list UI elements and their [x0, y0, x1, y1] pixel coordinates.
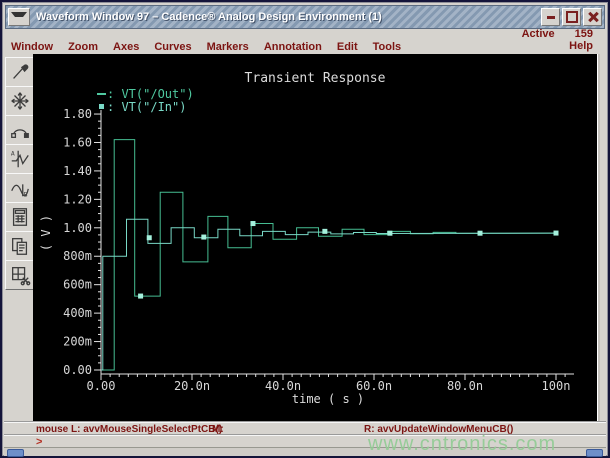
minimize-icon: [547, 16, 555, 19]
legend-label-in: : VT("/In"): [107, 100, 186, 114]
active-count: 159: [575, 28, 593, 40]
marker-b-icon: B: [9, 177, 31, 199]
trace-point-marker[interactable]: [138, 294, 143, 299]
marker-a-button[interactable]: A: [5, 144, 34, 174]
y-tick-label: 600m: [63, 278, 92, 292]
x-tick-label: 100n: [542, 379, 571, 393]
menu-item-edit[interactable]: Edit: [337, 41, 358, 53]
trace-point-marker[interactable]: [201, 235, 206, 240]
crop-button[interactable]: [5, 260, 34, 290]
legend: : VT("/Out") : VT("/In"): [97, 87, 194, 113]
maximize-button[interactable]: [562, 8, 581, 26]
menubar: Window Zoom Axes Curves Markers Annotation Edi…: [5, 40, 605, 54]
menu-item-curves[interactable]: Curves: [154, 41, 191, 53]
pen-icon: [9, 61, 31, 83]
trace-in[interactable]: [101, 219, 556, 370]
trace-point-marker[interactable]: [478, 231, 483, 236]
trace-point-marker[interactable]: [554, 231, 559, 236]
y-tick-label: 1.80: [63, 107, 92, 121]
y-tick-label: 800m: [63, 249, 92, 263]
y-tick-label: 200m: [63, 335, 92, 349]
resize-handle-left[interactable]: [7, 449, 24, 457]
waveform-window: Waveform Window 97 – Cadence® Analog Des…: [0, 0, 610, 458]
square-marker-icon: [99, 104, 104, 109]
minimize-button[interactable]: [541, 8, 560, 26]
active-row: Active 159: [5, 27, 605, 40]
menu-item-axes[interactable]: Axes: [113, 41, 139, 53]
svg-text:A: A: [10, 149, 14, 157]
starburst-icon: [9, 90, 31, 112]
x-axis-label: time ( s ): [198, 392, 458, 406]
y-tick-label: 1.20: [63, 192, 92, 206]
menu-item-markers[interactable]: Markers: [207, 41, 249, 53]
legend-label-out: : VT("/Out"): [107, 87, 194, 101]
menu-item-tools[interactable]: Tools: [373, 41, 402, 53]
menu-item-help[interactable]: Help: [569, 40, 593, 52]
marker-a-icon: A: [9, 148, 31, 170]
svg-text:B: B: [23, 190, 27, 198]
trace-point-marker[interactable]: [322, 229, 327, 234]
resize-handle-right[interactable]: [586, 449, 603, 457]
y-tick-label: 1.60: [63, 135, 92, 149]
arc-slider-icon: [9, 119, 31, 141]
active-label: Active: [522, 28, 555, 40]
menu-item-zoom[interactable]: Zoom: [68, 41, 98, 53]
plot-canvas[interactable]: Transient Response : VT("/Out") : VT("/I…: [33, 54, 597, 421]
fit-view-button[interactable]: [5, 86, 34, 116]
y-tick-label: 1.00: [63, 221, 92, 235]
maximize-icon: [566, 11, 578, 23]
crop-icon: [9, 264, 31, 286]
y-tick-label: 0.00: [63, 363, 92, 377]
x-tick-label: 20.0n: [174, 379, 210, 393]
trace-point-marker[interactable]: [250, 221, 255, 226]
trace-out[interactable]: [101, 140, 556, 370]
x-tick-label: 60.0n: [356, 379, 392, 393]
menu-item-window[interactable]: Window: [11, 41, 53, 53]
marker-b-button[interactable]: B: [5, 173, 34, 203]
y-axis-label: ( V ): [26, 213, 66, 253]
watermark: www.cntronics.com: [368, 433, 556, 456]
x-tick-label: 80.0n: [447, 379, 483, 393]
pen-tool-button[interactable]: [5, 57, 34, 87]
sweep-button[interactable]: [5, 115, 34, 145]
close-icon: [588, 12, 598, 22]
menu-item-annotation[interactable]: Annotation: [264, 41, 322, 53]
y-tick-label: 400m: [63, 306, 92, 320]
trace-point-marker[interactable]: [147, 235, 152, 240]
close-button[interactable]: [583, 8, 602, 26]
x-tick-label: 40.0n: [265, 379, 301, 393]
window-title: Waveform Window 97 – Cadence® Analog Des…: [36, 11, 382, 23]
x-tick-label: 0.00: [87, 379, 116, 393]
legend-item-out[interactable]: : VT("/Out"): [97, 87, 194, 100]
legend-item-in[interactable]: : VT("/In"): [97, 100, 194, 113]
titlebar[interactable]: Waveform Window 97 – Cadence® Analog Des…: [5, 5, 605, 29]
window-menu-button[interactable]: [8, 8, 30, 26]
chevron-down-icon: [11, 12, 27, 22]
right-frame-strip[interactable]: [597, 54, 607, 421]
trace-point-marker[interactable]: [387, 231, 392, 236]
y-tick-label: 1.40: [63, 164, 92, 178]
plot-title: Transient Response: [33, 71, 597, 86]
dash-marker-icon: [97, 93, 106, 95]
